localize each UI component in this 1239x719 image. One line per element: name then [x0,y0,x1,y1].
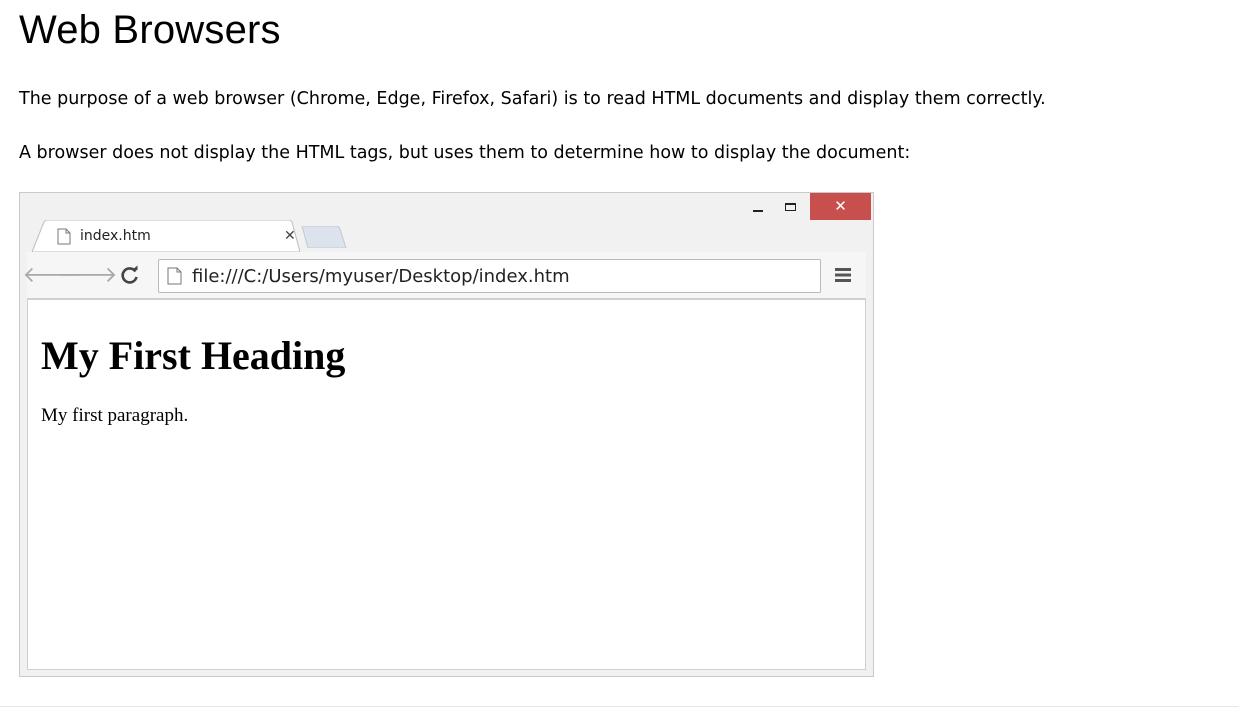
browser-viewport: My First Heading My first paragraph. [27,299,866,670]
maximize-icon [784,202,796,211]
browser-illustration: ✕ index.htm ✕ 🡐 🡒 file:///C:/Users/myuse… [19,192,874,677]
tab-shape [32,220,300,252]
content-paragraph: My first paragraph. [41,405,189,426]
divider [0,706,1239,707]
tab-close-icon[interactable]: ✕ [284,227,296,245]
forward-arrow-icon[interactable]: 🡒 [59,262,118,288]
url-text[interactable]: file:///C:/Users/myuser/Desktop/index.ht… [192,266,570,288]
new-tab-button[interactable] [300,225,350,249]
intro-paragraph: The purpose of a web browser (Chrome, Ed… [19,89,1046,109]
address-bar[interactable]: file:///C:/Users/myuser/Desktop/index.ht… [158,259,821,293]
description-paragraph: A browser does not display the HTML tags… [19,143,911,163]
browser-tab[interactable]: index.htm ✕ [32,220,300,252]
minimize-icon [753,209,763,212]
page-title: Web Browsers [19,8,281,52]
tab-label: index.htm [80,228,151,244]
maximize-button[interactable] [776,193,804,220]
content-heading: My First Heading [41,333,346,378]
hamburger-menu-icon[interactable] [830,262,856,288]
window-close-button[interactable]: ✕ [810,193,871,220]
reload-icon[interactable] [117,262,143,288]
close-icon: ✕ [834,197,847,215]
browser-toolbar: 🡐 🡒 file:///C:/Users/myuser/Desktop/inde… [23,252,866,299]
file-icon [167,267,182,289]
minimize-button[interactable] [744,193,772,220]
